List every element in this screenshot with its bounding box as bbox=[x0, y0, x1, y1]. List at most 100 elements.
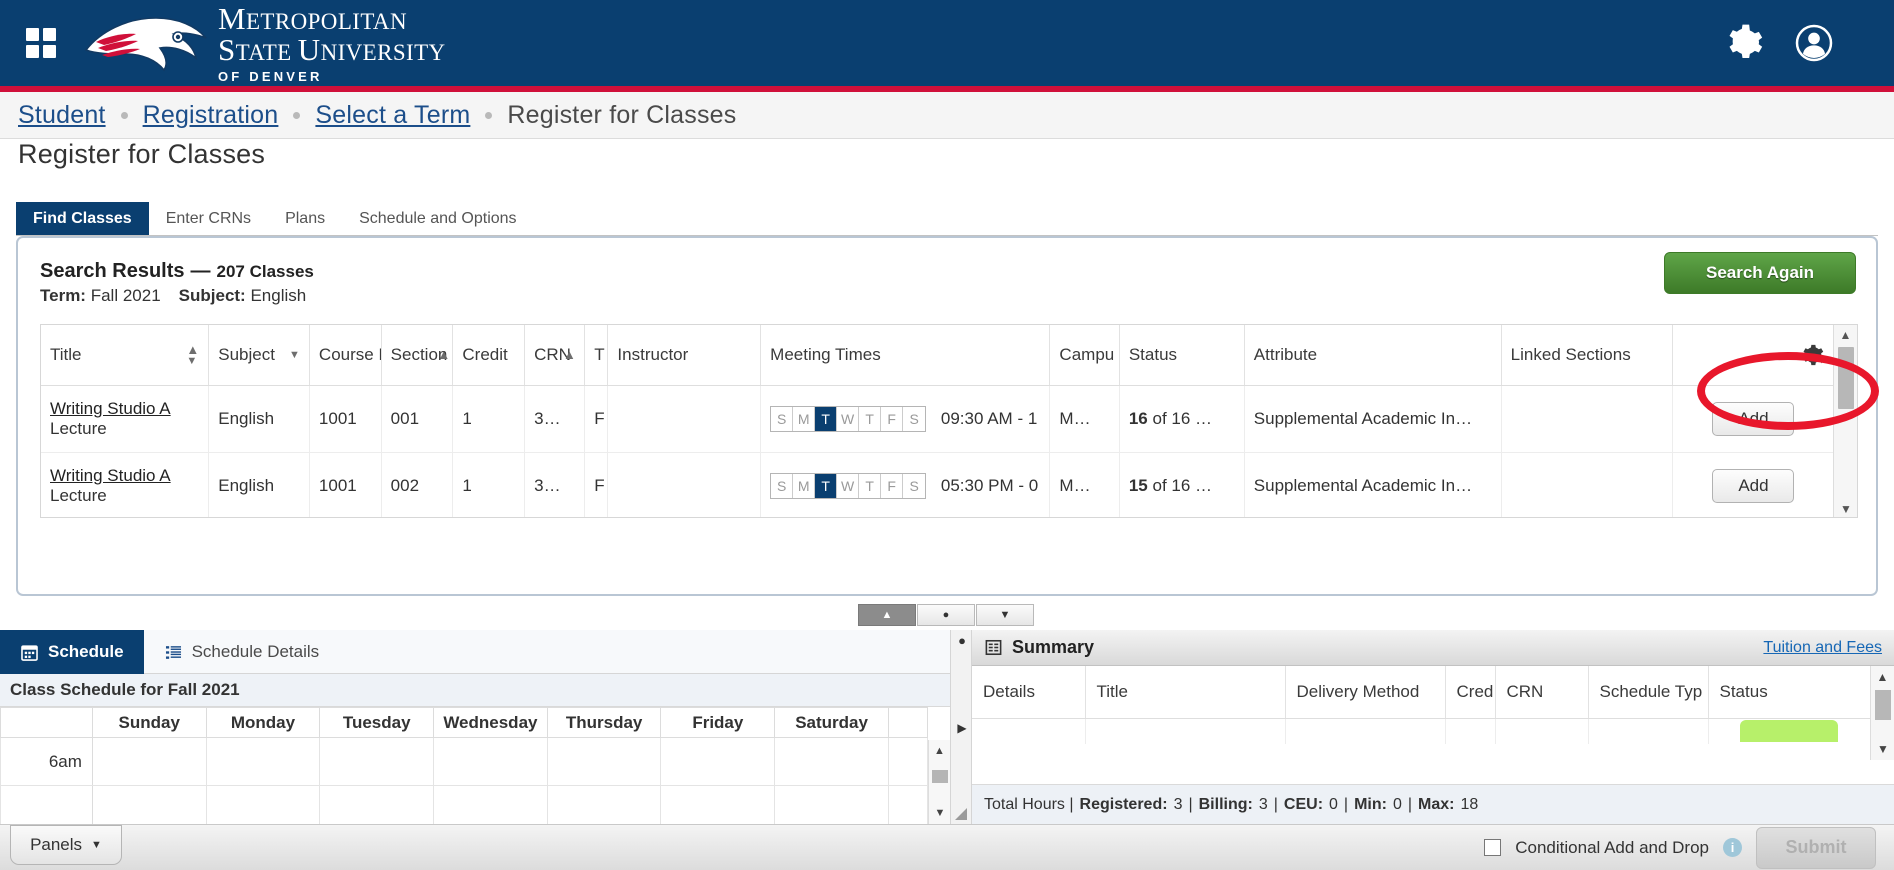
tab-schedule-and-options[interactable]: Schedule and Options bbox=[342, 202, 533, 235]
scrollbar-thumb[interactable] bbox=[932, 770, 948, 783]
summary-row[interactable] bbox=[972, 718, 1871, 744]
sort-both-icon[interactable]: ▲ ▼ bbox=[186, 343, 199, 367]
tab-schedule-details[interactable]: Schedule Details bbox=[144, 630, 340, 674]
scroll-down-icon[interactable]: ▼ bbox=[1871, 738, 1894, 760]
sort-descending-icon[interactable]: ▼ bbox=[289, 349, 300, 361]
tab-find-classes[interactable]: Find Classes bbox=[16, 202, 149, 235]
column-header-settings[interactable] bbox=[1672, 325, 1836, 386]
tab-schedule[interactable]: Schedule bbox=[0, 630, 144, 674]
scroll-down-icon[interactable]: ▼ bbox=[1834, 499, 1857, 517]
column-header-title[interactable]: Title ▲ ▼ bbox=[41, 325, 210, 386]
tuition-and-fees-link[interactable]: Tuition and Fees bbox=[1763, 639, 1882, 657]
dot-icon[interactable]: ● bbox=[917, 604, 975, 626]
schedule-slot[interactable] bbox=[433, 737, 548, 786]
caret-down-icon: ▼ bbox=[91, 838, 102, 851]
schedule-spacer-cell bbox=[887, 737, 929, 786]
column-header-crn[interactable]: CRN ▲ bbox=[524, 325, 586, 386]
column-header-linked-sections[interactable]: Linked Sections bbox=[1501, 325, 1673, 386]
column-header-status-label: Status bbox=[1128, 344, 1178, 364]
user-avatar-icon[interactable] bbox=[1794, 23, 1834, 63]
sep: | bbox=[1273, 795, 1278, 813]
add-button[interactable]: Add bbox=[1712, 468, 1795, 503]
results-table-header-row: Title ▲ ▼ Subject ▼ Course Section ▲ Cre… bbox=[41, 325, 1836, 386]
schedule-scrollbar[interactable]: ▲ ▼ bbox=[928, 740, 950, 824]
column-header-subject[interactable]: Subject ▼ bbox=[208, 325, 310, 386]
search-again-button[interactable]: Search Again bbox=[1664, 252, 1856, 294]
triangle-up-icon[interactable]: ▲ bbox=[858, 604, 916, 626]
panels-button[interactable]: Panels ▼ bbox=[10, 824, 122, 865]
sep: | bbox=[1407, 795, 1413, 813]
column-header-status[interactable]: Status bbox=[1119, 325, 1245, 386]
vertical-panel-divider[interactable]: ● ▶ bbox=[950, 630, 972, 824]
search-results-card: Search Results — 207 Classes Term: Fall 20… bbox=[16, 236, 1878, 596]
summary-column-delivery-method[interactable]: Delivery Method bbox=[1285, 666, 1446, 719]
column-header-campus[interactable]: Campu bbox=[1049, 325, 1120, 386]
summary-table: Details Title Delivery Method Cred CRN S… bbox=[972, 666, 1871, 744]
dot-icon[interactable]: ● bbox=[951, 630, 973, 650]
column-header-meeting-times[interactable]: Meeting Times bbox=[760, 325, 1051, 386]
roadrunner-mascot-icon bbox=[84, 17, 207, 72]
summary-column-schedule-type[interactable]: Schedule Typ bbox=[1588, 666, 1709, 719]
resize-grip-icon[interactable] bbox=[955, 808, 967, 820]
column-header-instructor-label: Instructor bbox=[617, 344, 689, 364]
scroll-up-icon[interactable]: ▲ bbox=[1834, 325, 1857, 345]
column-header-attribute[interactable]: Attribute bbox=[1244, 325, 1502, 386]
grid-apps-icon[interactable] bbox=[26, 28, 56, 58]
conditional-add-and-drop-checkbox[interactable] bbox=[1484, 839, 1502, 856]
billing-value: 3 bbox=[1258, 795, 1268, 813]
scroll-up-icon[interactable]: ▲ bbox=[1871, 666, 1894, 688]
course-title-link[interactable]: Writing Studio A bbox=[50, 466, 199, 486]
column-header-term[interactable]: T bbox=[584, 325, 609, 386]
tab-enter-crns[interactable]: Enter CRNs bbox=[149, 202, 268, 235]
column-header-course-number[interactable]: Course N ▲ bbox=[309, 325, 382, 386]
sort-ascending-icon[interactable]: ▲ bbox=[563, 347, 576, 362]
cell-course-number: 1001 bbox=[309, 452, 382, 517]
gear-dropdown-icon[interactable] bbox=[1799, 342, 1825, 368]
day-saturday: S bbox=[903, 473, 926, 498]
schedule-slot[interactable] bbox=[774, 737, 889, 786]
sort-ascending-icon[interactable]: ▲ bbox=[437, 347, 450, 362]
triangle-down-icon[interactable]: ▼ bbox=[976, 604, 1034, 626]
meeting-days-indicator: S M T W T F S bbox=[770, 405, 927, 432]
submit-button[interactable]: Submit bbox=[1756, 826, 1876, 869]
summary-column-crn[interactable]: CRN bbox=[1495, 666, 1589, 719]
schedule-slot[interactable] bbox=[91, 737, 207, 786]
breadcrumb-item-registration[interactable]: Registration bbox=[143, 101, 279, 130]
table-row[interactable]: Writing Studio A Lecture English 1001 00… bbox=[41, 452, 1836, 517]
scrollbar-thumb[interactable] bbox=[1875, 690, 1891, 720]
table-row[interactable]: Writing Studio A Lecture English 1001 00… bbox=[41, 385, 1836, 453]
results-table-scrollbar[interactable]: ▲ ▼ bbox=[1833, 325, 1857, 517]
breadcrumb-item-student[interactable]: Student bbox=[18, 101, 106, 130]
cell-linked-sections bbox=[1501, 385, 1673, 453]
schedule-slot[interactable] bbox=[205, 737, 321, 786]
logo-line2-univ: NIVERSITY bbox=[320, 40, 446, 65]
tab-plans[interactable]: Plans bbox=[268, 202, 342, 235]
column-header-credit[interactable]: Credit bbox=[452, 325, 526, 386]
breadcrumb-item-select-a-term[interactable]: Select a Term bbox=[315, 101, 470, 130]
gear-icon[interactable] bbox=[1724, 23, 1764, 63]
add-button[interactable]: Add bbox=[1712, 401, 1795, 436]
schedule-slot[interactable] bbox=[546, 737, 662, 786]
scroll-up-icon[interactable]: ▲ bbox=[929, 740, 950, 762]
results-table: Title ▲ ▼ Subject ▼ Course Section ▲ Cre… bbox=[41, 325, 1836, 517]
status-seats-available: 16 bbox=[1128, 408, 1148, 428]
conditional-add-and-drop-label[interactable]: Conditional Add and Drop bbox=[1515, 838, 1709, 858]
summary-scrollbar[interactable]: ▲ ▼ bbox=[1870, 666, 1894, 760]
summary-column-details[interactable]: Details bbox=[972, 666, 1086, 719]
cell-attribute: Supplemental Academic In… bbox=[1244, 452, 1502, 517]
schedule-slot[interactable] bbox=[660, 737, 776, 786]
column-header-section[interactable]: Section ▲ bbox=[381, 325, 454, 386]
info-icon[interactable]: i bbox=[1723, 838, 1742, 857]
summary-cell-details bbox=[972, 718, 1086, 744]
schedule-slot[interactable] bbox=[319, 737, 435, 786]
summary-column-status[interactable]: Status bbox=[1708, 666, 1871, 719]
term-label: Term: bbox=[40, 286, 86, 305]
course-title-link[interactable]: Writing Studio A bbox=[50, 399, 199, 419]
summary-column-credits[interactable]: Cred bbox=[1445, 666, 1496, 719]
scroll-down-icon[interactable]: ▼ bbox=[929, 802, 951, 824]
scrollbar-thumb[interactable] bbox=[1838, 347, 1854, 409]
summary-column-title[interactable]: Title bbox=[1085, 666, 1286, 719]
column-header-instructor[interactable]: Instructor bbox=[607, 325, 762, 386]
status-badge bbox=[1740, 720, 1838, 743]
collapse-right-icon[interactable]: ▶ bbox=[951, 718, 973, 738]
